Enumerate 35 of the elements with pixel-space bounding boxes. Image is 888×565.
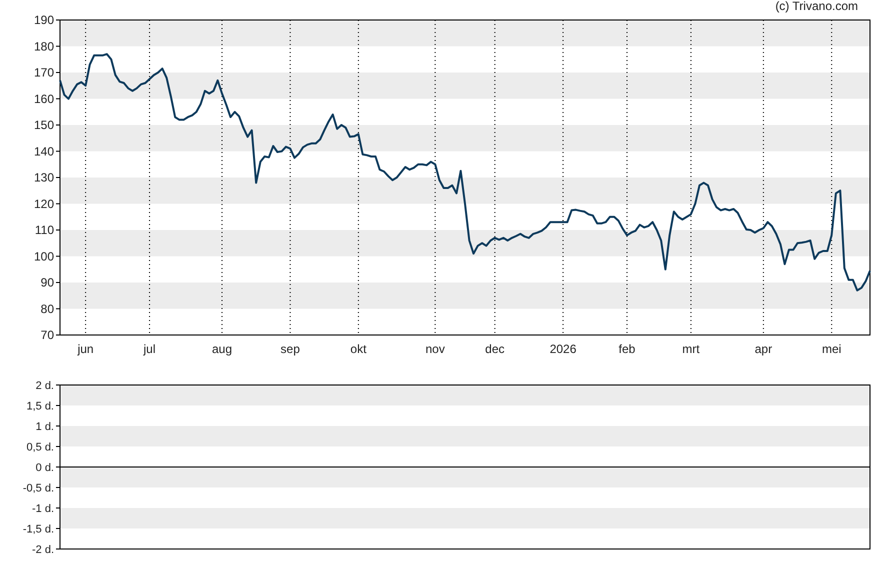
x-axis-label: sep — [280, 342, 300, 356]
y-axis-label: 100 — [34, 249, 54, 264]
y-axis-label: 130 — [34, 170, 54, 184]
y-axis-label: 160 — [34, 92, 54, 106]
y-axis-label: 180 — [34, 39, 54, 54]
x-axis-label: apr — [754, 342, 772, 356]
x-axis-label: okt — [350, 342, 366, 356]
y-axis-label: 90 — [40, 276, 54, 290]
y-axis-label: 140 — [34, 144, 54, 158]
y-axis-label: 190 — [34, 13, 54, 27]
x-axis-label: 2026 — [550, 342, 576, 356]
x-axis-label: feb — [618, 342, 636, 356]
x-axis-label: mrt — [682, 342, 700, 356]
y-axis-label: -0,5 d. — [22, 482, 54, 494]
x-axis-label: jul — [144, 342, 156, 356]
x-axis-label: jun — [78, 342, 94, 356]
x-axis-label: dec — [485, 342, 505, 356]
x-axis-label: nov — [425, 342, 445, 356]
y-axis-label: 80 — [40, 302, 54, 316]
y-axis-label: 2 d. — [36, 380, 54, 392]
x-axis-label: mei — [822, 342, 842, 356]
y-axis-label: -1,5 d. — [22, 524, 54, 536]
y-axis-label: 70 — [40, 328, 54, 342]
copyright-text: (c) Trivano.com — [775, 0, 858, 12]
y-axis-label: 1 d. — [36, 421, 54, 433]
y-axis-label: 150 — [34, 118, 54, 132]
y-axis-label: 0 d. — [36, 462, 54, 474]
y-axis-label: -2 d. — [32, 544, 54, 556]
y-axis-label: -1 d. — [32, 503, 54, 515]
y-axis-label: 110 — [34, 223, 54, 237]
y-axis-label: 0,5 d. — [26, 442, 54, 454]
y-axis-label: 1,5 d. — [26, 400, 54, 412]
x-axis-label: aug — [212, 342, 232, 356]
y-axis-label: 170 — [34, 66, 54, 80]
y-axis-label: 120 — [34, 196, 54, 211]
